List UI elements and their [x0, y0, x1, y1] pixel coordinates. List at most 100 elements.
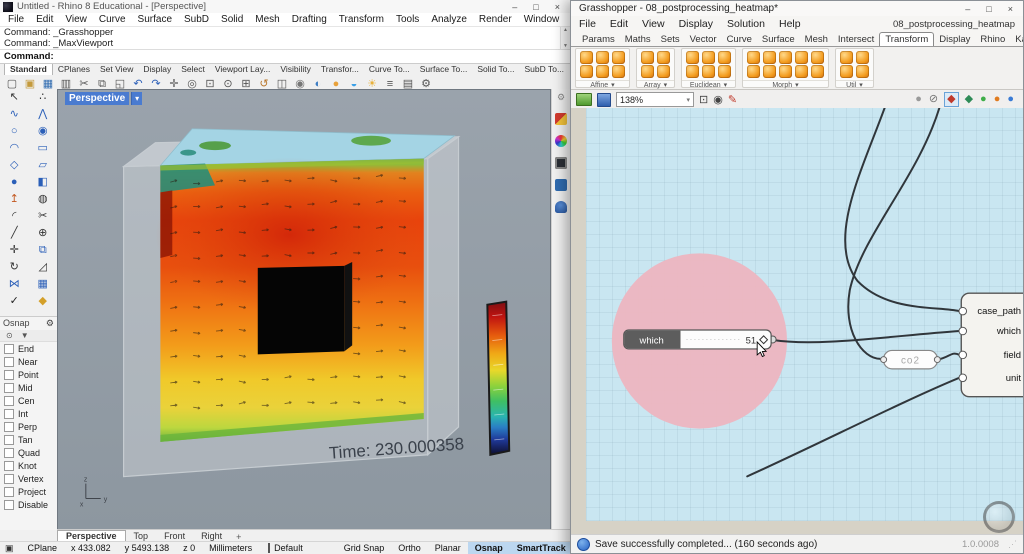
- preview-selected-red-icon[interactable]: ◆: [945, 93, 957, 106]
- chevron-down-icon[interactable]: ▾: [724, 81, 728, 90]
- menu-item[interactable]: Solution: [727, 18, 765, 30]
- web-panel-icon[interactable]: [555, 179, 567, 191]
- split-icon[interactable]: ╱: [0, 225, 29, 242]
- toolbar-tab[interactable]: Surface To...: [415, 64, 473, 75]
- ribbon-tool-icon[interactable]: [641, 65, 654, 78]
- zoom-extents-icon[interactable]: ⊡: [699, 93, 708, 106]
- category-tab[interactable]: Surface: [757, 33, 800, 46]
- extrude-icon[interactable]: ↥: [0, 191, 29, 208]
- polyline-icon[interactable]: ⋀: [29, 106, 58, 123]
- scroll-down-icon[interactable]: ▼: [563, 43, 568, 49]
- gear-icon[interactable]: ⚙: [46, 318, 54, 329]
- toolbar-tab[interactable]: Standard: [4, 64, 53, 75]
- menu-item[interactable]: View: [59, 14, 93, 25]
- ribbon-group-label[interactable]: Array▾: [637, 80, 674, 90]
- notifications-bell-icon[interactable]: [555, 201, 567, 213]
- port-which[interactable]: [959, 327, 967, 335]
- ribbon-tool-icon[interactable]: [856, 65, 869, 78]
- checkbox-icon[interactable]: [4, 474, 14, 484]
- arc-icon[interactable]: ◠: [0, 140, 29, 157]
- osnap-option[interactable]: Quad: [0, 446, 57, 459]
- osnap-option[interactable]: Near: [0, 355, 57, 368]
- chevron-down-icon[interactable]: ▾: [686, 96, 690, 104]
- osnap-option[interactable]: Knot: [0, 459, 57, 472]
- menu-item[interactable]: Curve: [93, 14, 132, 25]
- toolbar-tab[interactable]: CPlanes: [53, 64, 95, 75]
- ribbon-group-label[interactable]: Affine▾: [576, 80, 629, 90]
- chevron-down-icon[interactable]: ▾: [131, 92, 142, 105]
- check-icon[interactable]: ✓: [0, 293, 29, 310]
- ribbon-tool-icon[interactable]: [612, 65, 625, 78]
- ribbon-tool-icon[interactable]: [811, 51, 824, 64]
- port-case-path[interactable]: [959, 307, 967, 315]
- ribbon-tool-icon[interactable]: [763, 65, 776, 78]
- sketch-pen-icon[interactable]: ✎: [728, 93, 737, 106]
- toolbar-tab[interactable]: Viewport Lay...: [210, 64, 275, 75]
- toolbar-tab[interactable]: SubD To...: [520, 64, 570, 75]
- osnap-option[interactable]: Int: [0, 407, 57, 420]
- current-layer[interactable]: Default: [274, 543, 303, 553]
- menu-item[interactable]: Mesh: [249, 14, 285, 25]
- category-tab[interactable]: Vector: [685, 33, 722, 46]
- minimize-icon[interactable]: –: [512, 2, 517, 12]
- checkbox-icon[interactable]: [4, 396, 14, 406]
- status-toggle[interactable]: Grid Snap: [337, 542, 392, 554]
- preview-blue-icon[interactable]: ●: [1007, 93, 1014, 106]
- surface-icon[interactable]: ▱: [29, 157, 58, 174]
- close-icon[interactable]: ×: [555, 2, 560, 12]
- ribbon-tool-icon[interactable]: [718, 51, 731, 64]
- chevron-down-icon[interactable]: ▾: [611, 81, 615, 90]
- menu-item[interactable]: Solid: [215, 14, 249, 25]
- ribbon-tool-icon[interactable]: [657, 51, 670, 64]
- menu-item[interactable]: Window: [518, 14, 566, 25]
- osnap-option[interactable]: Mid: [0, 381, 57, 394]
- scale-icon[interactable]: ◿: [29, 259, 58, 276]
- preview-shaded-green-icon[interactable]: ●: [980, 93, 987, 106]
- category-tab[interactable]: Maths: [620, 33, 656, 46]
- heatmap-component[interactable]: case_path which field unit: [959, 293, 1023, 397]
- preview-wireframe-icon[interactable]: ●: [915, 93, 922, 106]
- zoom-level-select[interactable]: 138% ▾: [616, 92, 694, 107]
- select-icon[interactable]: ↖: [0, 89, 29, 106]
- ribbon-group-label[interactable]: Util▾: [836, 80, 873, 90]
- ribbon-tool-icon[interactable]: [795, 51, 808, 64]
- menu-item[interactable]: Surface: [132, 14, 178, 25]
- close-icon[interactable]: ×: [1008, 4, 1013, 14]
- join-icon[interactable]: ⊕: [29, 225, 58, 242]
- array-icon[interactable]: ▦: [29, 276, 58, 293]
- osnap-option[interactable]: Cen: [0, 394, 57, 407]
- toolbar-tab[interactable]: Set View: [95, 64, 138, 75]
- number-slider-node[interactable]: which 51: [624, 330, 776, 349]
- ribbon-tool-icon[interactable]: [795, 65, 808, 78]
- properties-panel-icon[interactable]: [555, 113, 567, 125]
- command-input[interactable]: Command:: [0, 49, 570, 63]
- monitor-panel-icon[interactable]: [555, 157, 567, 169]
- menu-item[interactable]: Display: [679, 18, 713, 30]
- menu-item[interactable]: Help: [779, 18, 801, 30]
- category-tab[interactable]: Curve: [722, 33, 757, 46]
- category-tab[interactable]: Mesh: [800, 33, 833, 46]
- layer-state-icon[interactable]: ▣: [5, 543, 14, 554]
- ribbon-tool-icon[interactable]: [763, 51, 776, 64]
- cplane-button[interactable]: CPlane: [28, 543, 58, 553]
- checkbox-icon[interactable]: [4, 422, 14, 432]
- resize-grip-icon[interactable]: ⋰: [1004, 539, 1017, 550]
- ellipse-icon[interactable]: ◉: [29, 123, 58, 140]
- status-toggle[interactable]: Ortho: [391, 542, 428, 554]
- save-file-icon[interactable]: [597, 93, 611, 107]
- preview-gem-green-icon[interactable]: ◆: [965, 93, 973, 106]
- ribbon-tool-icon[interactable]: [856, 51, 869, 64]
- co2-output-port[interactable]: [934, 357, 940, 363]
- scroll-up-icon[interactable]: ▲: [563, 27, 568, 33]
- menu-item[interactable]: SubD: [178, 14, 215, 25]
- toolbar-tab[interactable]: Select: [176, 64, 210, 75]
- menu-item[interactable]: Analyze: [425, 14, 473, 25]
- units-label[interactable]: Millimeters: [209, 543, 252, 553]
- checkbox-icon[interactable]: [4, 344, 14, 354]
- osnap-option[interactable]: End: [0, 342, 57, 355]
- copy-tool-icon[interactable]: ⧉: [29, 242, 58, 259]
- display-panel-icon[interactable]: [555, 135, 567, 147]
- toolbar-tab[interactable]: Display: [138, 64, 176, 75]
- ribbon-tool-icon[interactable]: [686, 51, 699, 64]
- command-scrollbar[interactable]: ▲ ▼: [560, 27, 570, 49]
